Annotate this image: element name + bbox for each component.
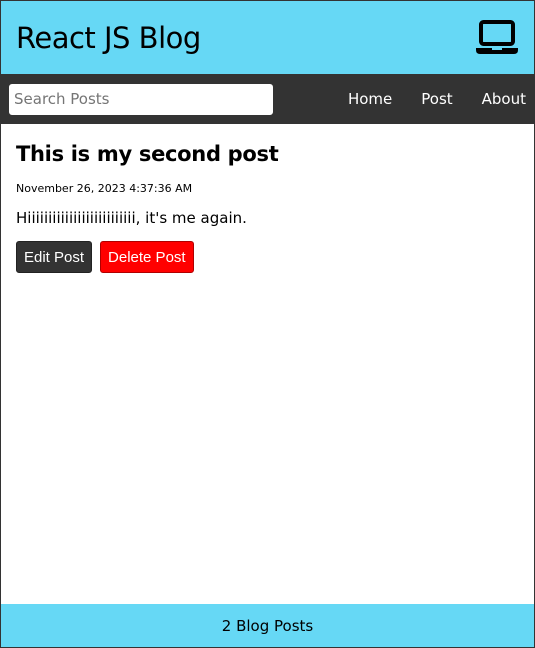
edit-post-button[interactable]: Edit Post	[16, 241, 93, 273]
nav-link-home[interactable]: Home	[319, 90, 392, 108]
post-article: This is my second post November 26, 2023…	[16, 142, 519, 273]
search-form	[9, 83, 273, 115]
post-datetime: November 26, 2023 4:37:36 AM	[16, 182, 193, 195]
post-page: This is my second post November 26, 2023…	[1, 124, 534, 604]
search-input[interactable]	[9, 83, 273, 115]
nav-link-about[interactable]: About	[453, 90, 526, 108]
post-actions: Edit Post Delete Post	[16, 241, 519, 273]
laptop-icon	[475, 19, 519, 56]
app-window: React JS Blog Home Post About This is my…	[0, 0, 535, 648]
post-body: Hiiiiiiiiiiiiiiiiiiiiiiiiii, it's me aga…	[16, 209, 247, 227]
nav-links: Home Post About	[319, 90, 526, 109]
post-count: 2 Blog Posts	[221, 616, 314, 635]
site-title: React JS Blog	[16, 20, 201, 55]
post-title: This is my second post	[16, 142, 279, 166]
site-footer: 2 Blog Posts	[1, 604, 534, 647]
nav-bar: Home Post About	[1, 74, 534, 124]
delete-post-button[interactable]: Delete Post	[100, 241, 194, 273]
site-header: React JS Blog	[1, 1, 534, 74]
nav-link-post[interactable]: Post	[392, 90, 452, 108]
